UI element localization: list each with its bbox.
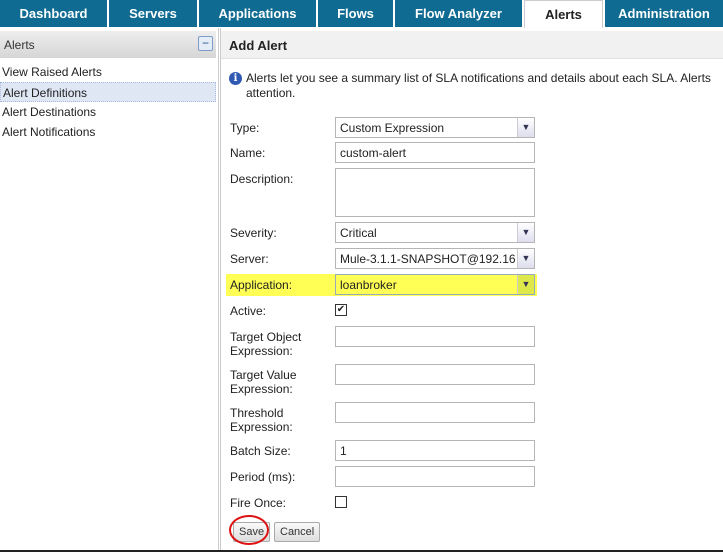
target-object-field[interactable]: [335, 326, 535, 347]
name-field[interactable]: custom-alert: [335, 142, 535, 163]
severity-value: Critical: [340, 226, 377, 240]
info-text: Alerts let you see a summary list of SLA…: [246, 71, 711, 85]
sidebar-item-alert-destinations[interactable]: Alert Destinations: [0, 102, 216, 122]
minus-icon[interactable]: −: [198, 36, 213, 51]
cancel-button[interactable]: Cancel: [274, 522, 321, 542]
batch-size-label: Batch Size:: [230, 444, 291, 458]
chevron-down-icon[interactable]: ▼: [517, 118, 534, 137]
tab-applications[interactable]: Applications: [199, 0, 316, 27]
sidebar-item-alert-definitions[interactable]: Alert Definitions: [0, 82, 216, 102]
info-icon: i: [229, 72, 242, 85]
tab-alerts[interactable]: Alerts: [524, 0, 603, 28]
severity-select[interactable]: Critical ▼: [335, 222, 535, 243]
page-title: Add Alert: [221, 31, 723, 59]
server-select[interactable]: Mule-3.1.1-SNAPSHOT@192.16 ▼: [335, 248, 535, 269]
fire-once-label: Fire Once:: [230, 496, 287, 510]
sidebar-header: Alerts −: [0, 31, 216, 58]
chevron-down-icon[interactable]: ▼: [517, 249, 534, 268]
target-object-label-line2: Expression:: [230, 344, 293, 358]
period-label: Period (ms):: [230, 470, 296, 484]
tab-administration[interactable]: Administration: [605, 0, 723, 27]
description-field[interactable]: [335, 168, 535, 217]
type-label: Type:: [230, 121, 260, 135]
top-nav: Dashboard Servers Applications Flows Flo…: [0, 0, 723, 28]
name-label: Name:: [230, 146, 266, 160]
sidebar-item-alert-notifications[interactable]: Alert Notifications: [0, 122, 216, 142]
sidebar-item-view-raised-alerts[interactable]: View Raised Alerts: [0, 62, 216, 82]
type-value: Custom Expression: [340, 121, 445, 135]
tab-flows[interactable]: Flows: [318, 0, 393, 27]
target-object-label: Target Object Expression:: [230, 330, 301, 358]
main-panel: Add Alert i Alerts let you see a summary…: [221, 28, 723, 552]
application-label: Application:: [230, 278, 293, 292]
description-label: Description:: [230, 172, 294, 186]
fire-once-checkbox[interactable]: [335, 496, 347, 508]
application-value: loanbroker: [340, 278, 397, 292]
active-checkbox[interactable]: ✔: [335, 304, 347, 316]
target-value-label-line2: Expression:: [230, 382, 293, 396]
info-message: i Alerts let you see a summary list of S…: [229, 71, 723, 101]
sidebar: Alerts − View Raised Alerts Alert Defini…: [0, 31, 216, 552]
chevron-down-icon[interactable]: ▼: [517, 223, 534, 242]
target-value-label-line1: Target Value: [230, 368, 297, 382]
type-select[interactable]: Custom Expression ▼: [335, 117, 535, 138]
threshold-field[interactable]: [335, 402, 535, 423]
severity-label: Severity:: [230, 226, 277, 240]
period-field[interactable]: [335, 466, 535, 487]
chevron-down-icon[interactable]: ▼: [517, 275, 534, 294]
info-text-cont: attention.: [246, 86, 296, 100]
threshold-label-line1: Threshold: [230, 406, 284, 420]
threshold-label: Threshold Expression:: [230, 406, 293, 434]
tab-dashboard[interactable]: Dashboard: [0, 0, 107, 27]
target-value-field[interactable]: [335, 364, 535, 385]
threshold-label-line2: Expression:: [230, 420, 293, 434]
tab-flow-analyzer[interactable]: Flow Analyzer: [395, 0, 522, 27]
server-value: Mule-3.1.1-SNAPSHOT@192.16: [340, 252, 516, 266]
server-label: Server:: [230, 252, 269, 266]
tab-servers[interactable]: Servers: [109, 0, 197, 27]
annotation-circle: [229, 515, 269, 545]
batch-size-field[interactable]: 1: [335, 440, 535, 461]
sidebar-title: Alerts: [4, 37, 35, 52]
target-value-label: Target Value Expression:: [230, 368, 297, 396]
target-object-label-line1: Target Object: [230, 330, 302, 344]
active-label: Active:: [230, 304, 267, 318]
application-select[interactable]: loanbroker ▼: [335, 274, 535, 295]
